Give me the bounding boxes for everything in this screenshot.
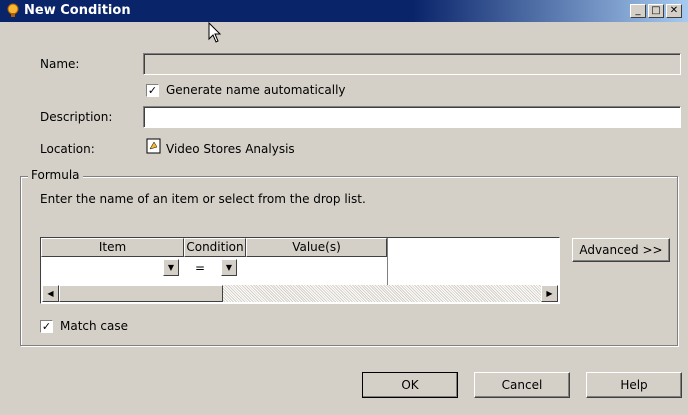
value-cell[interactable] (246, 259, 386, 278)
maximize-button[interactable]: □ (648, 4, 664, 18)
column-header-values[interactable]: Value(s) (246, 238, 387, 257)
advanced-button[interactable]: Advanced >> (572, 238, 670, 262)
location-icon (146, 138, 161, 154)
name-label: Name: (40, 57, 80, 71)
ok-button[interactable]: OK (362, 372, 458, 398)
formula-group-title: Formula (28, 168, 83, 182)
cursor-icon (208, 22, 222, 43)
item-dropdown-button[interactable]: ▼ (163, 259, 179, 276)
chevron-down-icon: ▼ (167, 263, 175, 272)
cancel-button[interactable]: Cancel (474, 372, 570, 398)
title-bar[interactable]: New Condition _ □ ✕ (0, 0, 688, 22)
grid-divider-line (387, 238, 388, 285)
condition-cell[interactable]: = ▼ (189, 259, 245, 278)
maximize-icon: □ (651, 5, 661, 16)
minimize-button[interactable]: _ (630, 4, 646, 18)
match-case-label: Match case (60, 319, 129, 333)
generate-name-label: Generate name automatically (166, 83, 346, 97)
formula-instructions: Enter the name of an item or select from… (40, 192, 366, 206)
scroll-thumb[interactable] (59, 285, 223, 302)
new-condition-dialog: New Condition _ □ ✕ Name: ✓ Generate nam… (0, 0, 688, 415)
item-cell[interactable]: ▼ (41, 259, 181, 278)
help-button[interactable]: Help (586, 372, 682, 398)
match-case-checkbox[interactable]: ✓ (40, 320, 53, 333)
description-field[interactable] (143, 106, 681, 128)
formula-grid: Item Condition Value(s) ▼ = ▼ ◀ ▶ (40, 237, 560, 304)
column-header-condition[interactable]: Condition (184, 238, 246, 257)
column-header-item[interactable]: Item (41, 238, 184, 257)
scroll-right-button[interactable]: ▶ (541, 285, 558, 302)
chevron-left-icon: ◀ (47, 289, 54, 298)
chevron-right-icon: ▶ (546, 289, 553, 298)
chevron-down-icon: ▼ (225, 263, 233, 272)
name-field[interactable] (143, 53, 681, 75)
location-value: Video Stores Analysis (166, 142, 295, 156)
window-title: New Condition (24, 3, 131, 18)
close-button[interactable]: ✕ (666, 4, 682, 18)
horizontal-scrollbar[interactable]: ◀ ▶ (42, 285, 558, 302)
close-icon: ✕ (669, 5, 679, 16)
condition-dropdown-button[interactable]: ▼ (221, 259, 237, 276)
scroll-left-button[interactable]: ◀ (42, 285, 59, 302)
scroll-track[interactable] (223, 285, 541, 302)
description-label: Description: (40, 110, 113, 124)
lightbulb-icon (7, 3, 19, 17)
generate-name-checkbox[interactable]: ✓ (146, 84, 159, 97)
table-row: ▼ = ▼ (41, 257, 387, 279)
location-label: Location: (40, 142, 95, 156)
minimize-icon: _ (635, 5, 641, 16)
